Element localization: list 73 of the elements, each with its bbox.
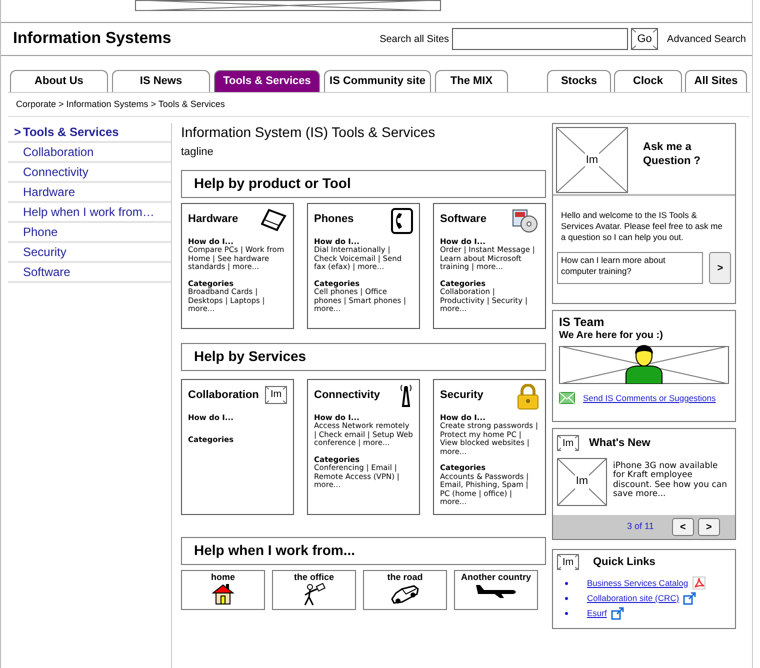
card-title: Hardware [188,212,238,226]
bullet-icon [565,582,568,584]
car-icon [390,582,420,604]
whats-new-title: What's New [589,436,650,451]
welcome-text: Hello and welcome to the IS Tools & Services Avatar. Please feel free to ask me a question so I can help you out. [560,210,724,243]
antenna-icon [399,384,413,408]
page-title: Information System (IS) Tools & Services [181,124,436,140]
location-tile[interactable]: Another country [454,570,538,610]
image-placeholder [556,127,628,193]
nav-tab[interactable]: Clock [614,70,682,92]
bullet-icon [565,612,568,614]
external-link-icon [610,606,624,620]
site-title: Information Systems [13,29,172,49]
submit-question-button[interactable]: > [709,252,731,284]
team-subtitle: We Are here for you :) [559,329,664,342]
previous-button[interactable]: < [672,518,694,536]
card-title: Collaboration [188,388,259,402]
placeholder-label: Im [561,554,575,570]
advanced-search-link[interactable]: Advanced Search [667,32,746,46]
sidebar-item[interactable]: Phone [8,223,171,243]
placeholder-label: Im [574,473,590,490]
location-tile[interactable]: the office [272,570,356,610]
search-label: Search all Sites [380,32,450,46]
section-header: Help when I work from... [181,536,546,564]
news-text: iPhone 3G now available for Kraft employee discount. See how you can save more... [613,462,728,501]
airplane-icon [474,582,518,598]
location-tile[interactable]: the road [363,570,447,610]
question-field[interactable]: How can I learn more about computer training? [557,252,704,284]
quick-link[interactable]: Esurf [587,606,607,620]
next-button[interactable]: > [698,518,720,536]
team-title: IS Team [559,315,606,329]
search-field[interactable] [452,28,628,50]
nav-tab[interactable]: About Us [10,70,108,92]
sidebar-item[interactable]: Connectivity [8,163,171,183]
quick-links-title: Quick Links [593,555,656,570]
page-counter: 3 of 11 [627,520,654,534]
phone-icon [391,208,413,234]
envelope-icon [559,392,575,404]
nav-tab[interactable]: All Sites [685,70,747,92]
nav-tab[interactable]: IS Community site [324,70,431,92]
card-title: Phones [314,212,354,226]
sidebar-item[interactable]: Software [8,263,171,283]
placeholder-label: Im [269,387,283,402]
sidebar-item[interactable]: Collaboration [8,143,171,163]
go-button[interactable]: Go [631,28,658,50]
ask-title: Ask me a Question ? [643,140,702,169]
tagline: tagline [181,145,214,160]
placeholder-label: Im [561,436,575,451]
location-tile[interactable]: home [181,570,265,610]
nav-tab[interactable]: The MIX [435,70,508,92]
card-title: Connectivity [314,388,380,402]
padlock-icon [517,384,539,410]
section-header: Help by product or Tool [181,170,546,198]
bullet-icon [565,596,568,600]
pdf-icon [692,576,706,590]
card-title: Security [440,388,484,402]
nav-tab[interactable]: IS News [112,70,210,92]
card-title: Software [440,212,486,226]
quick-link[interactable]: Collaboration site (CRC) [587,592,680,604]
section-header: Help by Services [181,342,546,370]
laptop-icon [261,208,287,232]
software-box-icon [511,208,539,234]
feedback-link[interactable]: Send IS Comments or Suggestions [583,392,716,405]
sidebar-item[interactable]: Security [8,243,171,263]
breadcrumb: Corporate > Information Systems > Tools & Services [16,98,225,111]
nav-tab[interactable]: Tools & Services [214,70,320,92]
sidebar-item[interactable]: Hardware [8,183,171,203]
sidebar-item[interactable]: > Tools & Services [8,123,171,143]
house-icon [212,582,234,604]
sidebar-item[interactable]: Help when I work from… [8,203,171,223]
nav-tab[interactable]: Stocks [547,70,611,92]
quick-link[interactable]: Business Services Catalog [587,576,688,590]
image-placeholder [557,458,607,506]
